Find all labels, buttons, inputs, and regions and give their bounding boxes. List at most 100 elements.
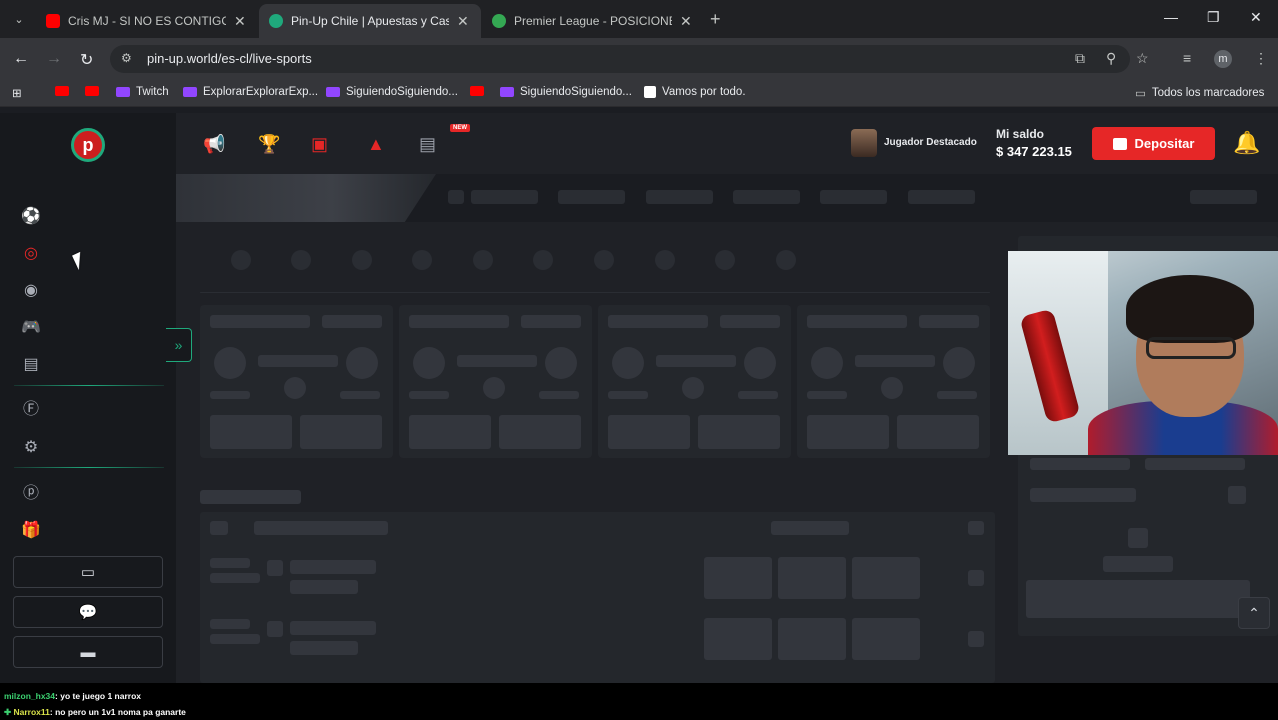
skeleton-block <box>1190 190 1257 204</box>
back-icon[interactable]: ← <box>13 50 29 68</box>
calendar-icon[interactable]: ▣ <box>311 134 328 155</box>
pinup-logo[interactable]: p <box>71 128 105 162</box>
match-card-skeleton <box>200 305 393 458</box>
tab-title: Premier League - POSICIONES, <box>514 14 672 28</box>
skeleton-circle <box>715 250 735 270</box>
chat-text: : yo te juego 1 narrox <box>55 691 141 701</box>
twitch-icon <box>116 87 130 97</box>
tab-pinup[interactable]: Pin-Up Chile | Apuestas y Casin ✕ <box>259 4 481 38</box>
bookmark-youtube-1[interactable] <box>55 86 75 96</box>
apps-grid-icon[interactable]: ⊞ <box>12 86 22 100</box>
expand-sidebar-button[interactable]: » <box>166 328 192 362</box>
url-text[interactable]: pin-up.world/es-cl/live-sports <box>147 51 312 66</box>
skeleton-divider <box>200 292 990 293</box>
virtual-sports-icon[interactable]: ⚙ <box>21 438 41 458</box>
profile-avatar[interactable]: m <box>1214 50 1232 68</box>
media-control-icon[interactable]: ≡ <box>1183 50 1191 66</box>
skeleton-block <box>733 190 800 204</box>
tab-title: Cris MJ - SI NO ES CONTIGO (V <box>68 14 226 28</box>
menu-kebab-icon[interactable]: ⋮ <box>1254 50 1268 67</box>
tab-title: Pin-Up Chile | Apuestas y Casin <box>291 14 449 28</box>
close-tab-icon[interactable]: ✕ <box>680 13 692 30</box>
sidebar-divider <box>14 467 164 468</box>
balance-label: Mi saldo <box>996 127 1045 141</box>
skeleton-block <box>1228 486 1246 504</box>
skeleton-block <box>1030 488 1136 502</box>
bookmark-explorar[interactable]: ExplorarExplorarExp... <box>183 86 318 98</box>
skeleton-block <box>1103 556 1173 572</box>
tab-premier-league[interactable]: Premier League - POSICIONES, ✕ <box>482 4 704 38</box>
all-bookmarks[interactable]: ▭ Todos los marcadores <box>1135 86 1264 100</box>
gift-icon[interactable]: 🎁 <box>21 521 41 541</box>
restore-icon[interactable]: ❐ <box>1207 9 1220 26</box>
close-tab-icon[interactable]: ✕ <box>234 13 246 30</box>
skeleton-block <box>968 631 984 647</box>
tree-icon[interactable]: ▲ <box>367 134 385 155</box>
bookmark-youtube-3[interactable] <box>470 86 490 96</box>
skeleton-block <box>1128 528 1148 548</box>
odds-skeleton <box>704 618 772 660</box>
trophy-icon[interactable]: 🏆 <box>258 134 280 155</box>
bookmark-star-icon[interactable]: ☆ <box>1136 50 1149 67</box>
skeleton-block <box>820 190 887 204</box>
bookmark-twitch[interactable]: Twitch <box>116 86 169 98</box>
new-tab-button[interactable]: + <box>710 9 721 30</box>
section-title-skeleton <box>200 490 301 504</box>
odds-skeleton <box>778 557 846 599</box>
close-tab-icon[interactable]: ✕ <box>457 13 469 30</box>
skeleton-block <box>290 580 358 594</box>
match-card-skeleton <box>399 305 592 458</box>
tab-youtube[interactable]: Cris MJ - SI NO ES CONTIGO (V ✕ <box>36 4 258 38</box>
twitch-icon <box>326 87 340 97</box>
skeleton-block <box>210 558 250 568</box>
casino-icon[interactable]: ▤ <box>21 355 41 375</box>
notifications-bell-icon[interactable]: 🔔 <box>1233 130 1260 156</box>
match-card-skeleton <box>598 305 791 458</box>
streamer-webcam <box>1008 251 1278 455</box>
id-card-button[interactable]: ▭ <box>13 556 163 588</box>
deposit-button[interactable]: Depositar <box>1092 127 1215 160</box>
chat-text: : no pero un 1v1 noma pa ganarte <box>49 707 186 717</box>
fantasy-icon[interactable]: Ⓕ <box>21 400 41 420</box>
skeleton-block <box>267 560 283 576</box>
bookmark-siguiendo-2[interactable]: SiguiendoSiguiendo... <box>500 86 632 98</box>
gamepad-icon[interactable]: 🎮 <box>21 318 41 338</box>
skeleton-circle <box>231 250 251 270</box>
tab-search-icon[interactable]: ⌄ <box>8 9 30 31</box>
language-button[interactable]: ▬ <box>13 636 163 668</box>
promotions-megaphone-icon[interactable]: 📢 <box>203 134 225 155</box>
close-window-icon[interactable]: ✕ <box>1250 9 1262 26</box>
featured-player-label[interactable]: Jugador Destacado <box>884 137 977 148</box>
featured-player-avatar[interactable] <box>851 129 877 157</box>
skeleton-circle <box>473 250 493 270</box>
forward-icon[interactable]: → <box>46 50 62 68</box>
install-app-icon[interactable]: ⧉ <box>1075 50 1085 67</box>
sports-ball-icon[interactable]: ⚽ <box>21 207 41 227</box>
skeleton-circle <box>412 250 432 270</box>
scroll-to-top-button[interactable]: ⌃ <box>1238 597 1270 629</box>
chat-message: ✚ Narrox11: no pero un 1v1 noma pa ganar… <box>4 707 186 718</box>
x-icon <box>644 86 656 98</box>
skeleton-block <box>1030 458 1130 470</box>
live-target-icon[interactable]: ◎ <box>21 244 41 264</box>
new-badge: NEW <box>450 124 470 132</box>
pinup-round-icon[interactable]: ⓟ <box>21 484 41 504</box>
skeleton-circle <box>776 250 796 270</box>
bet-slip-icon[interactable]: ▤ <box>419 134 436 155</box>
zoom-icon[interactable]: ⚲ <box>1106 50 1116 67</box>
bookmark-siguiendo-1[interactable]: SiguiendoSiguiendo... <box>326 86 458 98</box>
skeleton-circle <box>594 250 614 270</box>
site-info-icon[interactable]: ⚙ <box>121 51 132 65</box>
twitch-icon <box>183 87 197 97</box>
bookmark-youtube-2[interactable] <box>85 86 105 96</box>
minimize-icon[interactable]: — <box>1164 9 1178 25</box>
skeleton-block <box>471 190 538 204</box>
bookmark-x[interactable]: Vamos por todo. <box>644 86 746 98</box>
esports-icon[interactable]: ◉ <box>21 281 41 301</box>
premier-league-favicon-icon <box>492 14 506 28</box>
chat-username: Narrox11 <box>13 707 50 717</box>
reload-icon[interactable]: ↻ <box>80 50 93 70</box>
folder-icon: ▭ <box>1135 88 1146 100</box>
chat-support-button[interactable]: 💬 <box>13 596 163 628</box>
twitch-icon <box>500 87 514 97</box>
